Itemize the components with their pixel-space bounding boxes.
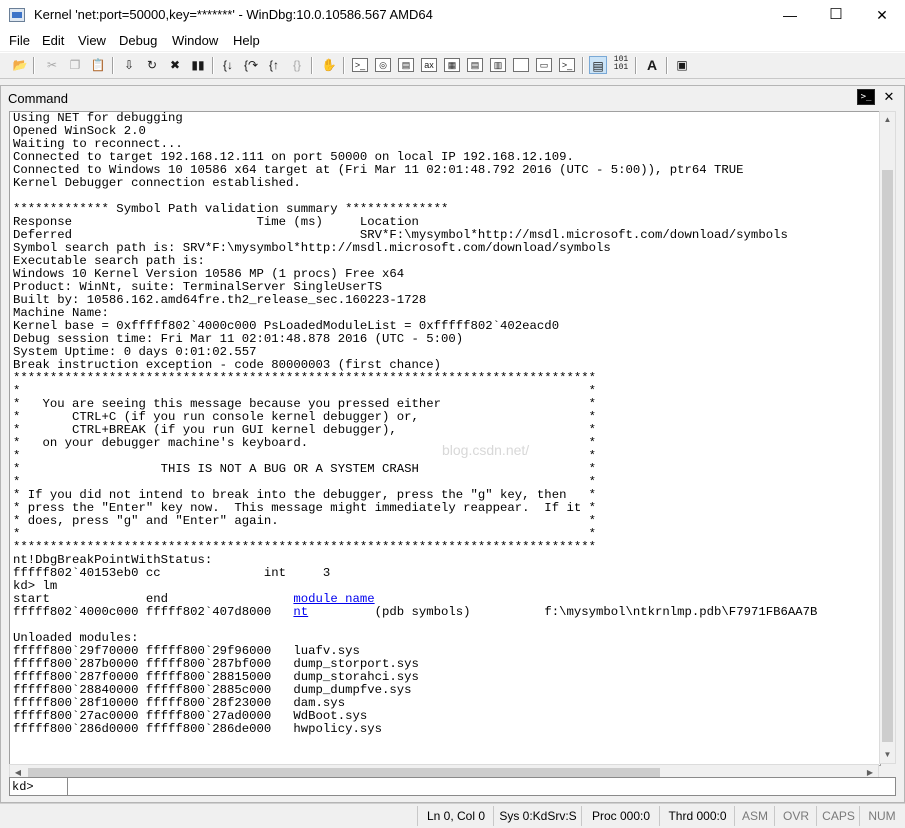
menu-file[interactable]: File — [9, 33, 30, 48]
memory-window-icon[interactable]: ▦ — [444, 58, 460, 72]
processes-threads-icon[interactable]: ▭ — [536, 58, 552, 72]
command-output-text: Using NET for debugging Opened WinSock 2… — [10, 112, 880, 736]
horizontal-scroll-thumb[interactable] — [28, 768, 660, 777]
options-icon[interactable]: ▣ — [673, 56, 691, 74]
status-caps: CAPS — [816, 806, 860, 826]
source-mode-icon[interactable]: >_ — [559, 58, 575, 72]
command-window-title: Command — [8, 91, 68, 106]
watermark-text: blog.csdn.net/ — [442, 442, 530, 458]
vertical-scroll-thumb[interactable] — [882, 170, 893, 742]
status-asm: ASM — [734, 806, 775, 826]
module-name-link[interactable]: module name — [293, 592, 374, 606]
menu-bar: File Edit View Debug Window Help — [0, 31, 905, 51]
source-mode-toggle-icon[interactable]: ▤ — [589, 56, 607, 74]
restart-icon[interactable]: ↻ — [143, 56, 161, 74]
command-output[interactable]: Using NET for debugging Opened WinSock 2… — [9, 111, 881, 766]
menu-help[interactable]: Help — [233, 33, 260, 48]
minimize-button[interactable]: — — [767, 0, 813, 31]
copy-icon[interactable]: ❐ — [66, 56, 84, 74]
command-window-icon-button[interactable]: >_ — [857, 89, 875, 105]
windbg-app-icon — [9, 8, 25, 22]
module-row-suffix: (pdb symbols) f:\mysymbol\ntkrnlmp.pdb\F… — [308, 605, 818, 619]
status-sys: Sys 0:KdSrv:S — [493, 806, 582, 826]
status-proc: Proc 000:0 — [581, 806, 660, 826]
breakpoint-hand-icon[interactable]: ✋ — [320, 56, 338, 74]
output-vertical-scrollbar[interactable]: ▲ ▼ — [879, 111, 896, 764]
step-over-icon[interactable]: {↷ — [242, 56, 260, 74]
watch-window-icon[interactable]: ◎ — [375, 58, 391, 72]
command-window-icon[interactable]: >_ — [352, 58, 368, 72]
command-window: Command >_ ✕ Using NET for debugging Ope… — [0, 85, 905, 803]
menu-window[interactable]: Window — [172, 33, 218, 48]
scroll-up-arrow-icon[interactable]: ▲ — [880, 112, 895, 128]
kd-prompt: kd> — [12, 780, 34, 794]
toolbar: 📂 ✂ ❐ 📋 ⇩ ↻ ✖ ▮▮ {↓ {↷ {↑ {} ✋ >_ ◎ ▤ ax… — [0, 52, 905, 79]
status-ovr: OVR — [774, 806, 817, 826]
step-into-icon[interactable]: {↓ — [219, 56, 237, 74]
close-button[interactable]: ✕ — [859, 0, 905, 31]
cut-icon[interactable]: ✂ — [43, 56, 61, 74]
disassembly-window-icon[interactable]: ▥ — [490, 58, 506, 72]
locals-window-icon[interactable]: ▤ — [398, 58, 414, 72]
title-bar: Kernel 'net:port=50000,key=*******' - Wi… — [0, 0, 905, 32]
scroll-down-arrow-icon[interactable]: ▼ — [880, 747, 895, 763]
menu-edit[interactable]: Edit — [42, 33, 64, 48]
menu-view[interactable]: View — [78, 33, 106, 48]
status-bar: Ln 0, Col 0 Sys 0:KdSrv:S Proc 000:0 Thr… — [0, 803, 905, 828]
registers-window-icon[interactable]: ax — [421, 58, 437, 72]
status-num: NUM — [859, 806, 904, 826]
window-title: Kernel 'net:port=50000,key=*******' - Wi… — [34, 7, 433, 22]
go-icon[interactable]: ⇩ — [120, 56, 138, 74]
hex-display-icon[interactable]: 101 101 — [612, 56, 630, 74]
status-position: Ln 0, Col 0 — [417, 806, 494, 826]
output-text-before: Using NET for debugging Opened WinSock 2… — [13, 111, 788, 606]
font-icon[interactable]: A — [643, 56, 661, 74]
status-thrd: Thrd 000:0 — [659, 806, 735, 826]
break-icon[interactable]: ▮▮ — [189, 56, 207, 74]
maximize-button[interactable]: ☐ — [813, 0, 859, 31]
call-stack-icon[interactable]: ▤ — [467, 58, 483, 72]
command-input-row: kd> — [9, 777, 896, 796]
command-input[interactable] — [67, 778, 893, 795]
nt-module-link[interactable]: nt — [293, 605, 308, 619]
menu-debug[interactable]: Debug — [119, 33, 157, 48]
run-to-cursor-icon[interactable]: {} — [288, 56, 306, 74]
paste-icon[interactable]: 📋 — [89, 56, 107, 74]
module-row-prefix: fffff802`4000c000 fffff802`407d8000 — [13, 605, 272, 619]
output-text-after: Unloaded modules: fffff800`29f70000 ffff… — [13, 631, 419, 736]
command-window-close-icon[interactable]: ✕ — [880, 88, 898, 106]
step-out-icon[interactable]: {↑ — [265, 56, 283, 74]
scratch-pad-icon[interactable] — [513, 58, 529, 72]
open-icon[interactable]: 📂 — [11, 56, 29, 74]
stop-debugging-icon[interactable]: ✖ — [166, 56, 184, 74]
